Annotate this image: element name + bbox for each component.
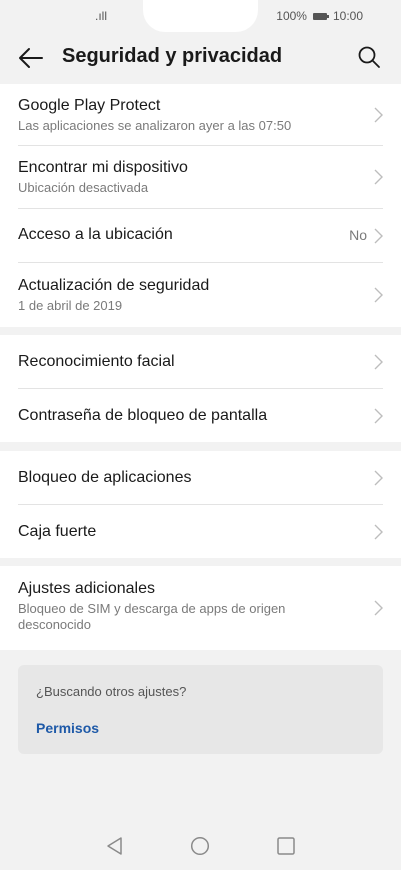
chevron-right-icon <box>374 287 383 303</box>
suggestion-card: ¿Buscando otros ajustes? Permisos <box>18 665 383 754</box>
find-my-device-item[interactable]: Encontrar mi dispositivo Ubicación desac… <box>18 146 383 209</box>
navigation-bar <box>0 820 401 870</box>
chevron-right-icon <box>374 600 383 616</box>
face-recognition-item[interactable]: Reconocimiento facial <box>18 335 383 389</box>
additional-settings-item[interactable]: Ajustes adicionales Bloqueo de SIM y des… <box>18 566 383 650</box>
app-bar: Seguridad y privacidad <box>0 34 401 82</box>
item-value: No <box>349 226 367 243</box>
clock: 10:00 <box>332 9 363 23</box>
status-right: 100% 10:00 <box>276 9 363 23</box>
item-label: Actualización de seguridad <box>18 277 210 294</box>
chevron-right-icon <box>374 408 383 423</box>
security-update-item[interactable]: Actualización de seguridad 1 de abril de… <box>18 263 383 327</box>
camera-notch <box>143 0 258 32</box>
status-bar: .ıll 100% 10:00 <box>0 0 401 32</box>
suggestion-title: ¿Buscando otros ajustes? <box>36 684 187 699</box>
page-title: Seguridad y privacidad <box>62 45 283 67</box>
battery-icon <box>312 12 329 20</box>
safe-item[interactable]: Caja fuerte <box>18 505 383 558</box>
google-play-protect-item[interactable]: Google Play Protect Las aplicaciones se … <box>18 84 383 146</box>
item-label: Contraseña de bloqueo de pantalla <box>18 407 268 424</box>
search-icon[interactable] <box>357 45 381 69</box>
item-label: Caja fuerte <box>18 523 97 540</box>
item-label: Acceso a la ubicación <box>18 226 173 243</box>
signal-icon: .ıll <box>95 9 107 23</box>
app-lock-item[interactable]: Bloqueo de aplicaciones <box>18 451 383 505</box>
settings-group-lock: Reconocimiento facial Contraseña de bloq… <box>0 335 401 442</box>
chevron-right-icon <box>374 524 383 539</box>
location-access-item[interactable]: Acceso a la ubicación No <box>18 209 383 263</box>
recents-square-icon[interactable] <box>276 836 296 856</box>
permissions-link[interactable]: Permisos <box>36 720 99 736</box>
battery-percentage: 100% <box>276 9 307 23</box>
item-subtitle: Las aplicaciones se analizaron ayer a la… <box>18 118 292 133</box>
item-label: Google Play Protect <box>18 97 161 114</box>
arrow-left-icon[interactable] <box>18 46 44 70</box>
item-label: Bloqueo de aplicaciones <box>18 469 192 486</box>
chevron-right-icon <box>374 354 383 369</box>
settings-group-apps: Bloqueo de aplicaciones Caja fuerte <box>0 451 401 558</box>
item-label: Reconocimiento facial <box>18 353 175 370</box>
item-subtitle: Bloqueo de SIM y descarga de apps de ori… <box>18 601 286 632</box>
item-subtitle: Ubicación desactivada <box>18 180 149 195</box>
chevron-right-icon <box>374 228 383 243</box>
item-subtitle: 1 de abril de 2019 <box>18 298 123 313</box>
chevron-right-icon <box>374 169 383 185</box>
settings-group-additional: Ajustes adicionales Bloqueo de SIM y des… <box>0 566 401 650</box>
screen-lock-password-item[interactable]: Contraseña de bloqueo de pantalla <box>18 389 383 442</box>
chevron-right-icon <box>374 107 383 122</box>
item-label: Encontrar mi dispositivo <box>18 159 188 176</box>
chevron-right-icon <box>374 470 383 485</box>
home-circle-icon[interactable] <box>190 836 210 856</box>
settings-group-security: Google Play Protect Las aplicaciones se … <box>0 84 401 327</box>
back-triangle-icon[interactable] <box>105 836 125 856</box>
item-label: Ajustes adicionales <box>18 580 155 597</box>
